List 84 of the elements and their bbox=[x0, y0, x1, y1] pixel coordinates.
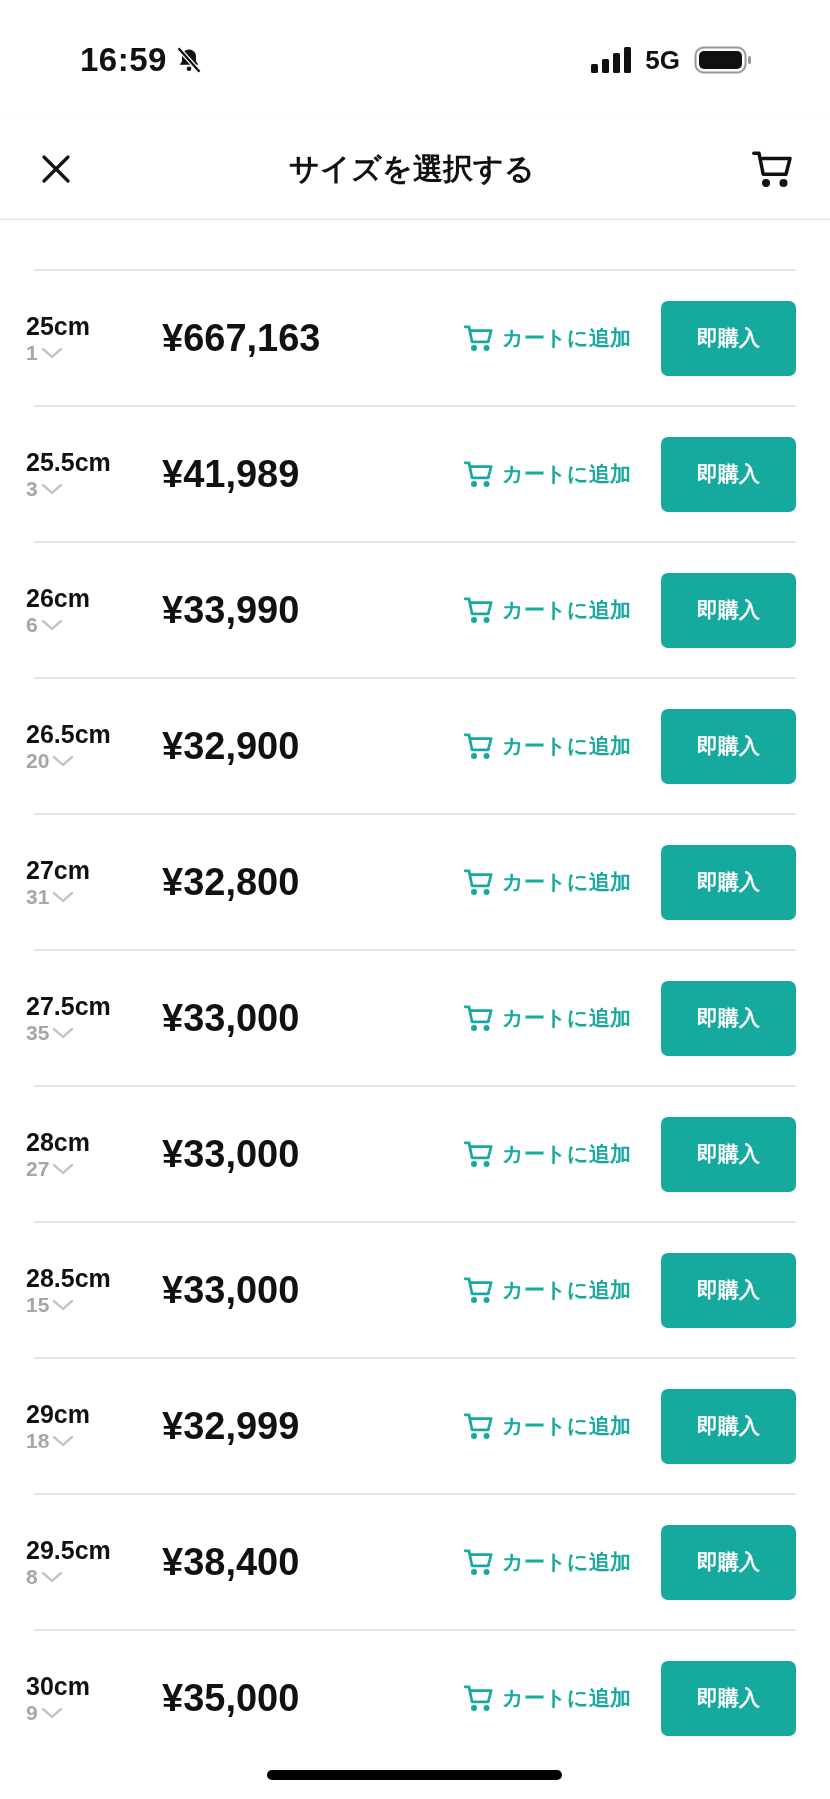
add-to-cart-button[interactable]: カートに追加 bbox=[464, 1275, 631, 1305]
cart-icon bbox=[464, 1139, 494, 1169]
battery-icon bbox=[694, 46, 752, 74]
stock-count-dropdown[interactable]: 1 bbox=[26, 340, 64, 365]
chevron-down-icon bbox=[51, 753, 76, 768]
chevron-down-icon bbox=[51, 1433, 76, 1448]
page-title: サイズを選択する bbox=[289, 149, 535, 188]
price: ¥38,400 bbox=[162, 1540, 301, 1584]
size-label: 26cm bbox=[26, 583, 91, 613]
add-to-cart-button[interactable]: カートに追加 bbox=[464, 595, 631, 625]
buy-now-button[interactable]: 即購入 bbox=[661, 436, 796, 512]
stock-count-dropdown[interactable]: 35 bbox=[26, 1020, 76, 1045]
size-label: 26.5cm bbox=[26, 719, 112, 749]
signal-icon bbox=[591, 47, 632, 73]
add-to-cart-button[interactable]: カートに追加 bbox=[464, 1683, 631, 1713]
size-label: 28.5cm bbox=[26, 1263, 112, 1293]
buy-now-button[interactable]: 即購入 bbox=[661, 1116, 796, 1192]
cart-icon bbox=[464, 459, 494, 489]
size-label: 25cm bbox=[26, 311, 91, 341]
chevron-down-icon bbox=[39, 617, 64, 632]
status-time: 16:59 bbox=[80, 41, 167, 79]
stock-count-dropdown[interactable]: 8 bbox=[26, 1564, 64, 1589]
buy-now-button[interactable]: 即購入 bbox=[661, 1524, 796, 1600]
chevron-down-icon bbox=[39, 345, 64, 360]
add-to-cart-button[interactable]: カートに追加 bbox=[464, 1139, 631, 1169]
chevron-down-icon bbox=[51, 889, 76, 904]
cart-icon bbox=[464, 867, 494, 897]
bell-muted-icon bbox=[174, 45, 203, 75]
stock-count-dropdown[interactable]: 3 bbox=[26, 476, 64, 501]
cart-icon bbox=[464, 323, 494, 353]
buy-now-button[interactable]: 即購入 bbox=[661, 980, 796, 1056]
cart-icon bbox=[464, 1275, 494, 1305]
buy-now-button[interactable]: 即購入 bbox=[661, 1388, 796, 1464]
stock-count-dropdown[interactable]: 31 bbox=[26, 884, 76, 909]
cart-icon bbox=[464, 1411, 494, 1441]
buy-now-button[interactable]: 即購入 bbox=[661, 708, 796, 784]
price: ¥32,999 bbox=[162, 1404, 301, 1448]
chevron-down-icon bbox=[39, 481, 64, 496]
chevron-down-icon bbox=[39, 1705, 64, 1720]
size-label: 29cm bbox=[26, 1399, 91, 1429]
price: ¥32,800 bbox=[162, 860, 301, 904]
add-to-cart-button[interactable]: カートに追加 bbox=[464, 1411, 631, 1441]
price: ¥33,000 bbox=[162, 1132, 301, 1176]
size-label: 30cm bbox=[26, 1671, 91, 1701]
add-to-cart-button[interactable]: カートに追加 bbox=[464, 1003, 631, 1033]
cart-icon bbox=[464, 1003, 494, 1033]
buy-now-button[interactable]: 即購入 bbox=[661, 1252, 796, 1328]
price: ¥33,990 bbox=[162, 588, 301, 632]
size-label: 27.5cm bbox=[26, 991, 112, 1021]
stock-count-dropdown[interactable]: 27 bbox=[26, 1156, 76, 1181]
add-to-cart-button[interactable]: カートに追加 bbox=[464, 459, 631, 489]
cart-icon bbox=[464, 1683, 494, 1713]
size-label: 28cm bbox=[26, 1127, 91, 1157]
cart-icon bbox=[464, 595, 494, 625]
price: ¥32,900 bbox=[162, 724, 301, 768]
size-label: 25.5cm bbox=[26, 447, 112, 477]
stock-count-dropdown[interactable]: 6 bbox=[26, 612, 64, 637]
chevron-down-icon bbox=[51, 1161, 76, 1176]
add-to-cart-button[interactable]: カートに追加 bbox=[464, 1547, 631, 1577]
buy-now-button[interactable]: 即購入 bbox=[661, 844, 796, 920]
buy-now-button[interactable]: 即購入 bbox=[661, 572, 796, 648]
buy-now-button[interactable]: 即購入 bbox=[661, 300, 796, 376]
price: ¥33,000 bbox=[162, 1268, 301, 1312]
cart-icon bbox=[464, 1547, 494, 1577]
stock-count-dropdown[interactable]: 15 bbox=[26, 1292, 76, 1317]
chevron-down-icon bbox=[51, 1025, 76, 1040]
price: ¥667,163 bbox=[162, 316, 322, 360]
add-to-cart-button[interactable]: カートに追加 bbox=[464, 867, 631, 897]
add-to-cart-button[interactable]: カートに追加 bbox=[464, 323, 631, 353]
network-label: 5G bbox=[645, 44, 680, 76]
add-to-cart-button[interactable]: カートに追加 bbox=[464, 731, 631, 761]
price: ¥41,989 bbox=[162, 452, 301, 496]
price: ¥35,000 bbox=[162, 1676, 301, 1720]
stock-count-dropdown[interactable]: 18 bbox=[26, 1428, 76, 1453]
buy-now-button[interactable]: 即購入 bbox=[661, 1660, 796, 1736]
size-label: 27cm bbox=[26, 855, 91, 885]
chevron-down-icon bbox=[51, 1297, 76, 1312]
close-button[interactable] bbox=[40, 153, 72, 185]
chevron-down-icon bbox=[39, 1569, 64, 1584]
stock-count-dropdown[interactable]: 9 bbox=[26, 1700, 64, 1725]
cart-icon bbox=[464, 731, 494, 761]
stock-count-dropdown[interactable]: 20 bbox=[26, 748, 76, 773]
size-label: 29.5cm bbox=[26, 1535, 112, 1565]
price: ¥33,000 bbox=[162, 996, 301, 1040]
